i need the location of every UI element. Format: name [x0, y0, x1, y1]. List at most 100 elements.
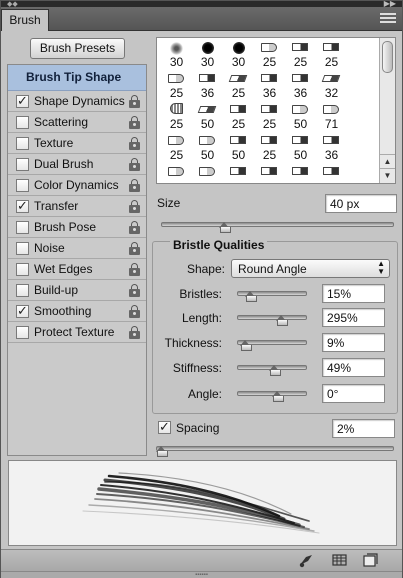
brush-cleanup-icon[interactable] — [298, 553, 314, 568]
brush-tip-grid[interactable]: 36 50 25 50 50 25 71 50 25 25 50 25 32 36 36 25 36 25 25 25… — [156, 37, 396, 184]
brush-tip-cell[interactable]: 50 — [192, 133, 223, 163]
brush-tip-cell[interactable]: 36 — [316, 133, 347, 163]
brush-tip-cell[interactable]: 25 — [161, 133, 192, 163]
brush-tip-cell[interactable] — [316, 164, 347, 183]
brush-tip-cell[interactable] — [223, 164, 254, 183]
option-checkbox[interactable] — [16, 263, 29, 276]
lock-icon[interactable] — [129, 137, 140, 150]
lock-icon[interactable] — [129, 326, 140, 339]
brush-tip-cell[interactable]: 71 — [316, 102, 347, 132]
option-wet-edges[interactable]: Wet Edges — [8, 259, 146, 280]
option-checkbox[interactable] — [16, 221, 29, 234]
option-checkbox[interactable] — [16, 326, 29, 339]
resize-grip[interactable]: ▪▪▪▪▪▪ — [1, 571, 402, 578]
spacing-checkbox[interactable] — [158, 419, 171, 435]
bristle-value-field[interactable]: 9% — [322, 333, 385, 352]
option-protect-texture[interactable]: Protect Texture — [8, 322, 146, 343]
panel-menu-icon[interactable] — [380, 13, 396, 25]
option-checkbox[interactable] — [16, 284, 29, 297]
bristle-slider-thumb[interactable] — [275, 315, 288, 326]
brush-tip-cell[interactable] — [254, 164, 285, 183]
option-checkbox[interactable] — [16, 93, 29, 109]
lock-icon[interactable] — [129, 95, 140, 108]
bristle-slider-thumb[interactable] — [268, 365, 281, 376]
option-dual-brush[interactable]: Dual Brush — [8, 154, 146, 175]
grid-toggle-icon[interactable] — [332, 553, 348, 568]
lock-icon[interactable] — [129, 242, 140, 255]
option-checkbox[interactable] — [16, 158, 29, 171]
bristle-value-field[interactable]: 49% — [322, 358, 385, 377]
option-noise[interactable]: Noise — [8, 238, 146, 259]
spacing-slider-track[interactable] — [156, 446, 394, 451]
lock-icon[interactable] — [129, 200, 140, 213]
brush-presets-button[interactable]: Brush Presets — [30, 38, 125, 59]
brush-tip-cell[interactable] — [161, 164, 192, 183]
brush-tip-cell[interactable]: 25 — [254, 133, 285, 163]
option-label: Build-up — [34, 283, 79, 297]
option-build-up[interactable]: Build-up — [8, 280, 146, 301]
bristle-slider-thumb[interactable] — [245, 291, 258, 302]
lock-icon[interactable] — [129, 116, 140, 129]
new-preset-icon[interactable] — [362, 553, 378, 568]
option-checkbox[interactable] — [16, 242, 29, 255]
option-label: Brush Tip Shape — [26, 70, 122, 84]
lock-icon[interactable] — [129, 158, 140, 171]
tab-brush[interactable]: Brush — [1, 9, 49, 31]
scroll-down-arrow-icon[interactable]: ▼ — [380, 168, 395, 182]
brush-tip-cell[interactable]: 36 — [254, 71, 285, 101]
option-checkbox[interactable] — [16, 198, 29, 214]
spacing-slider-thumb[interactable] — [156, 446, 168, 457]
bristle-value-field[interactable]: 295% — [322, 308, 385, 327]
brush-tip-cell[interactable]: 25 — [223, 102, 254, 132]
brush-tip-cell[interactable]: 30 — [192, 40, 223, 70]
lock-icon[interactable] — [129, 179, 140, 192]
brush-tip-cell[interactable]: 50 — [285, 133, 316, 163]
brush-tip-cell[interactable]: 25 — [161, 71, 192, 101]
brush-tip-cell[interactable]: 32 — [316, 71, 347, 101]
spacing-field[interactable]: 2% — [332, 419, 395, 438]
size-slider-track[interactable] — [161, 222, 394, 227]
size-field[interactable]: 40 px — [325, 194, 397, 213]
scroll-up-arrow-icon[interactable]: ▲ — [380, 154, 395, 168]
option-shape-dynamics[interactable]: Shape Dynamics — [8, 91, 146, 112]
option-brush-tip-shape[interactable]: Brush Tip Shape — [8, 65, 146, 91]
bristle-slider-thumb[interactable] — [240, 340, 252, 351]
option-color-dynamics[interactable]: Color Dynamics — [8, 175, 146, 196]
option-texture[interactable]: Texture — [8, 133, 146, 154]
brush-tip-cell[interactable]: 25 — [223, 71, 254, 101]
option-checkbox[interactable] — [16, 303, 29, 319]
bristle-slider-thumb[interactable] — [272, 391, 284, 402]
brush-tip-cell[interactable]: 30 — [161, 40, 192, 70]
shape-select[interactable]: Round Angle ▲ ▼ — [231, 259, 390, 278]
size-slider-thumb[interactable] — [218, 222, 231, 233]
brush-tip-cell[interactable]: 30 — [223, 40, 254, 70]
brush-tip-cell[interactable] — [285, 164, 316, 183]
lock-icon[interactable] — [129, 284, 140, 297]
option-brush-pose[interactable]: Brush Pose — [8, 217, 146, 238]
brush-tip-cell[interactable]: 50 — [223, 133, 254, 163]
bristle-value-field[interactable]: 0° — [322, 384, 385, 403]
lock-icon[interactable] — [129, 305, 140, 318]
option-checkbox[interactable] — [16, 116, 29, 129]
option-smoothing[interactable]: Smoothing — [8, 301, 146, 322]
brush-tip-cell[interactable]: 25 — [254, 102, 285, 132]
bristle-slider-track[interactable] — [237, 315, 307, 320]
brush-tip-cell[interactable]: 36 — [192, 71, 223, 101]
brush-tip-cell[interactable] — [192, 164, 223, 183]
brush-tip-cell[interactable]: 50 — [285, 102, 316, 132]
lock-icon[interactable] — [129, 263, 140, 276]
brush-tip-cell[interactable]: 25 — [161, 102, 192, 132]
option-scattering[interactable]: Scattering — [8, 112, 146, 133]
brush-tip-cell[interactable]: 36 — [285, 71, 316, 101]
option-transfer[interactable]: Transfer — [8, 196, 146, 217]
scrollbar-thumb[interactable] — [382, 41, 393, 73]
bristle-value-field[interactable]: 15% — [322, 284, 385, 303]
brush-tip-cell[interactable]: 50 — [192, 102, 223, 132]
option-checkbox[interactable] — [16, 137, 29, 150]
brush-tip-cell[interactable]: 25 — [254, 40, 285, 70]
lock-icon[interactable] — [129, 221, 140, 234]
brush-tip-cell[interactable]: 25 — [316, 40, 347, 70]
brush-tip-cell[interactable]: 25 — [285, 40, 316, 70]
option-checkbox[interactable] — [16, 179, 29, 192]
grid-scrollbar[interactable]: ▲ ▼ — [379, 38, 395, 183]
